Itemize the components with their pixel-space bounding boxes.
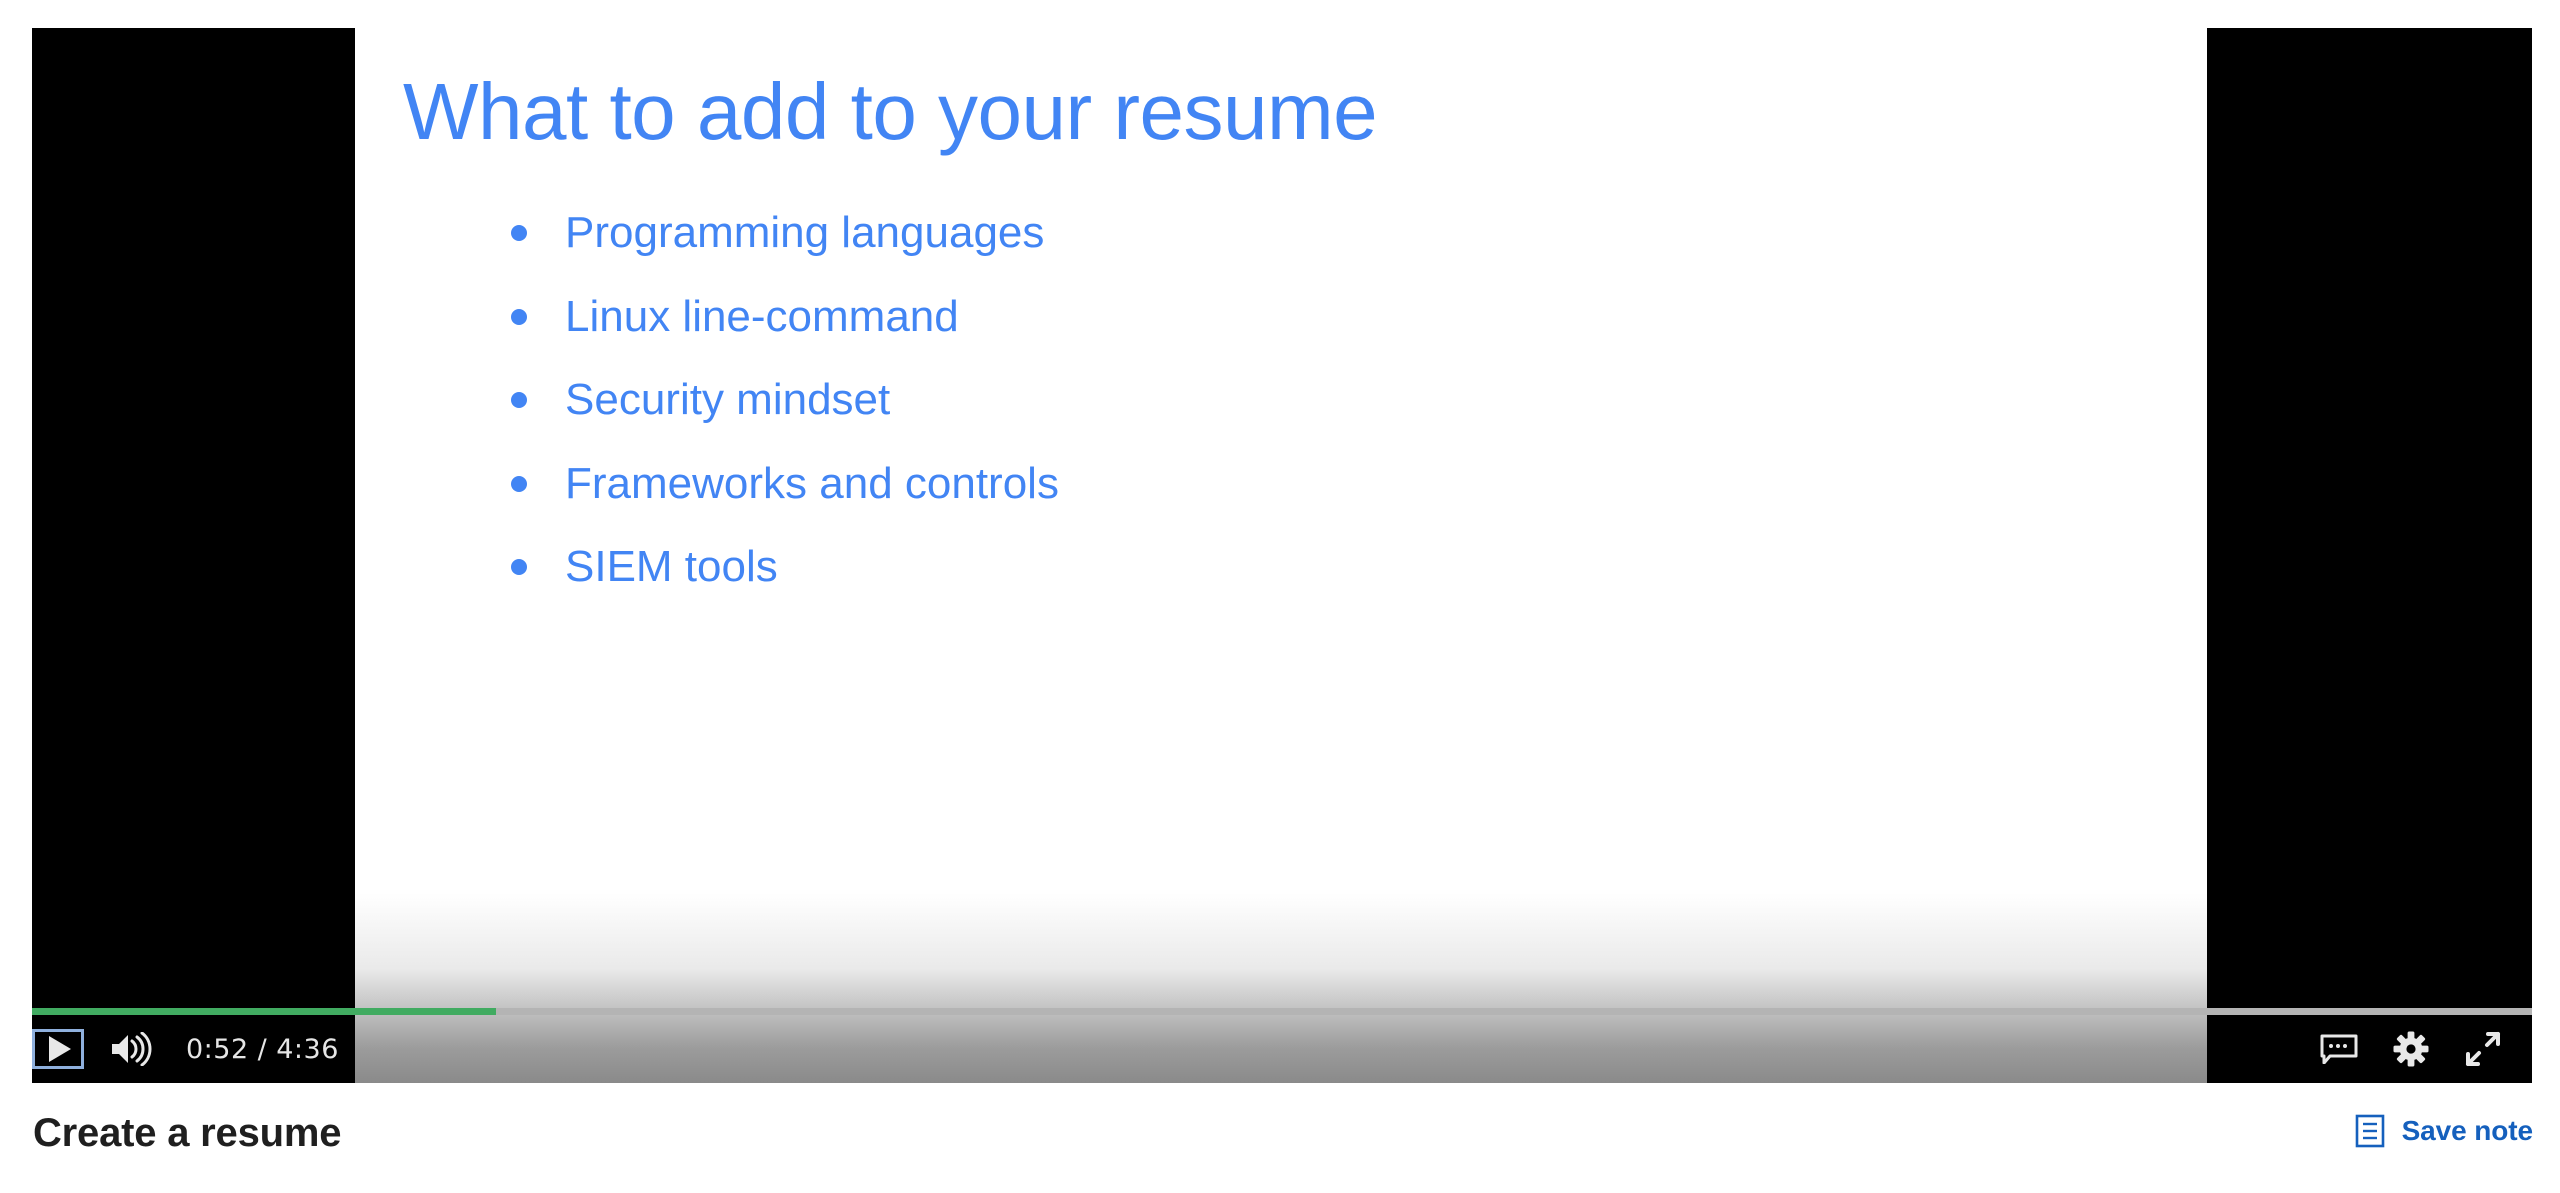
list-item: Linux line-command <box>503 292 2103 343</box>
lesson-footer: Create a resume Save note <box>0 1100 2560 1193</box>
volume-button[interactable] <box>102 1027 160 1071</box>
bullet-label: Frameworks and controls <box>565 458 1059 508</box>
captions-button[interactable] <box>2316 1027 2362 1071</box>
play-icon <box>49 1036 71 1062</box>
list-item: SIEM tools <box>503 542 2103 593</box>
current-time: 0:52 <box>186 1033 249 1065</box>
settings-button[interactable] <box>2388 1027 2434 1071</box>
list-item: Frameworks and controls <box>503 459 2103 510</box>
captions-icon <box>2320 1034 2358 1064</box>
bullet-dot-icon <box>511 225 527 241</box>
gear-icon <box>2393 1031 2429 1067</box>
fullscreen-button[interactable] <box>2460 1027 2506 1071</box>
bullet-dot-icon <box>511 392 527 409</box>
control-bar-left-group: 0:52/4:36 <box>32 1027 339 1071</box>
save-note-button[interactable]: Save note <box>2355 1114 2533 1148</box>
progress-bar-fill <box>32 1008 496 1015</box>
slide-bullet-list: Programming languages Linux line-command… <box>503 208 2103 626</box>
slide-surface: What to add to your resume Programming l… <box>355 28 2207 1083</box>
save-note-label: Save note <box>2401 1115 2533 1146</box>
progress-bar-track[interactable] <box>32 1008 2532 1015</box>
bullet-label: Security mindset <box>565 375 891 425</box>
bullet-dot-icon <box>511 308 527 325</box>
player-control-bar: 0:52/4:36 <box>32 1008 2532 1083</box>
bullet-dot-icon <box>511 559 527 576</box>
slide-title: What to add to your resume <box>403 67 1378 156</box>
list-item: Security mindset <box>503 375 2103 426</box>
video-lesson-page: What to add to your resume Programming l… <box>0 0 2560 1193</box>
control-bar-row: 0:52/4:36 <box>32 1015 2532 1083</box>
fullscreen-icon <box>2466 1032 2500 1066</box>
bullet-dot-icon <box>511 475 527 492</box>
time-display: 0:52/4:36 <box>186 1034 339 1065</box>
note-icon <box>2355 1114 2384 1148</box>
bullet-label: Programming languages <box>565 208 1045 257</box>
page-title: Create a resume <box>33 1111 342 1155</box>
bullet-label: Linux line-command <box>565 291 959 341</box>
duration: 4:36 <box>276 1033 339 1065</box>
bullet-label: SIEM tools <box>565 542 778 592</box>
play-button[interactable] <box>32 1029 84 1069</box>
control-bar-right-group <box>2316 1027 2532 1071</box>
time-separator: / <box>257 1033 268 1065</box>
volume-high-icon <box>112 1032 152 1066</box>
video-player[interactable]: What to add to your resume Programming l… <box>32 28 2532 1083</box>
list-item: Programming languages <box>503 208 2103 259</box>
